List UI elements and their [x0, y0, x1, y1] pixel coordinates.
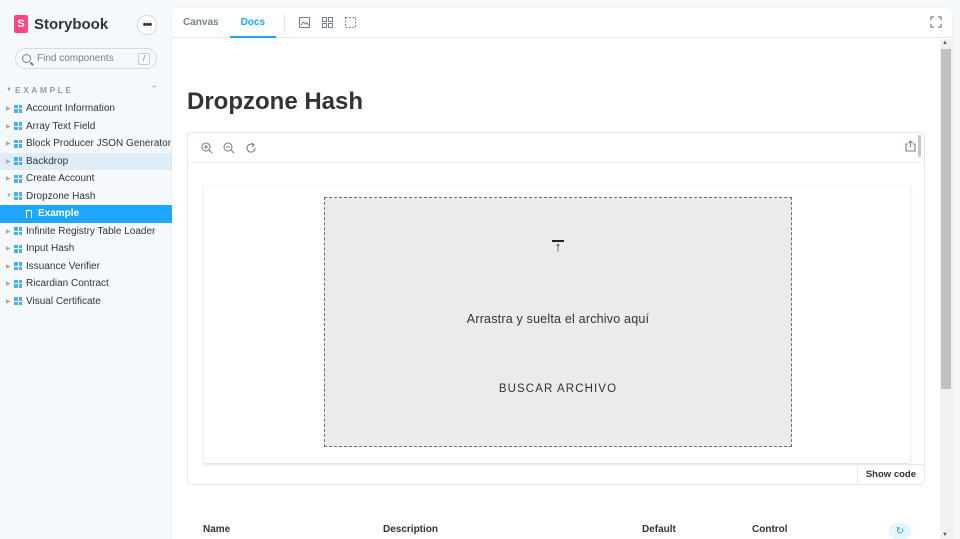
grid-icon[interactable]: [316, 8, 339, 38]
sidebar-item-dropzone-hash[interactable]: ▼ Dropzone Hash: [0, 188, 172, 206]
chevron-right-icon: ▶: [6, 263, 11, 270]
tab-canvas[interactable]: Canvas: [172, 8, 230, 38]
sidebar-item-backdrop[interactable]: ▶ Backdrop: [0, 152, 172, 170]
search-input[interactable]: Find components: [37, 53, 138, 64]
chevron-right-icon: ▶: [6, 298, 11, 305]
sidebar-item-account-information[interactable]: ▶ Account Information: [0, 100, 172, 118]
search-icon: [22, 54, 31, 63]
more-menu-button[interactable]: •••: [137, 15, 157, 35]
tab-docs[interactable]: Docs: [229, 8, 277, 38]
chevron-right-icon: ▶: [6, 281, 11, 288]
chevron-right-icon: ▶: [6, 106, 11, 113]
outline-icon[interactable]: [339, 8, 362, 38]
component-icon: [14, 174, 22, 183]
component-icon: [14, 122, 22, 131]
component-icon: [14, 192, 22, 201]
docs-scrollbar[interactable]: ▲ ▼: [940, 39, 952, 539]
story-preview: ↑ Arrastra y suelta el archivo aquí BUSC…: [187, 132, 925, 485]
chevron-down-icon: ▼: [6, 193, 12, 200]
sidebar-item-label: Backdrop: [26, 155, 69, 167]
zoom-in-icon[interactable]: [196, 137, 218, 159]
sidebar-item-input-hash[interactable]: ▶ Input Hash: [0, 240, 172, 258]
docs-content: Dropzone Hash ↑ Arrastra y suelta el arc…: [172, 39, 940, 539]
sidebar-item-label: Infinite Registry Table Loader: [26, 225, 156, 237]
chevron-right-icon: ▶: [6, 158, 11, 165]
scroll-down-icon[interactable]: ▼: [942, 532, 948, 538]
brand[interactable]: S Storybook: [14, 15, 108, 33]
browse-file-button[interactable]: BUSCAR ARCHIVO: [491, 380, 625, 398]
storybook-logo-icon: S: [14, 15, 28, 33]
zoom-out-icon[interactable]: [218, 137, 240, 159]
scrollbar-thumb[interactable]: [941, 49, 951, 389]
share-icon[interactable]: [905, 140, 916, 155]
show-code-button[interactable]: Show code: [856, 464, 924, 484]
preview-toolbar: [188, 133, 924, 163]
zoom-reset-icon[interactable]: [240, 137, 262, 159]
sidebar-item-label: Create Account: [26, 173, 95, 185]
reset-icon[interactable]: ↻: [889, 523, 911, 539]
sidebar-item-example[interactable]: Example: [0, 205, 172, 223]
story-canvas: ↑ Arrastra y suelta el archivo aquí BUSC…: [204, 185, 910, 463]
component-icon: [14, 139, 22, 148]
upload-icon: ↑: [550, 240, 566, 258]
sidebar-item-issuance-verifier[interactable]: ▶ Issuance Verifier: [0, 258, 172, 276]
chevron-right-icon: ▶: [6, 228, 11, 235]
sidebar-item-label: Example: [38, 208, 80, 220]
args-table-header: Name Description Default Control: [203, 524, 911, 539]
component-icon: [14, 157, 22, 166]
chevron-right-icon: ▶: [6, 246, 11, 253]
component-icon: [14, 297, 22, 306]
sidebar: S Storybook ••• Find components / ▼ EXAM…: [0, 0, 172, 539]
sidebar-item-label: Input Hash: [26, 243, 75, 255]
toolbar: Canvas Docs: [172, 8, 952, 38]
sidebar-item-label: Dropzone Hash: [26, 190, 96, 202]
component-icon: [14, 244, 22, 253]
sidebar-item-infinite-registry-table-loader[interactable]: ▶ Infinite Registry Table Loader: [0, 223, 172, 241]
component-icon: [14, 227, 22, 236]
toolbar-divider: [284, 14, 286, 31]
sidebar-item-create-account[interactable]: ▶ Create Account: [0, 170, 172, 188]
dropzone[interactable]: ↑ Arrastra y suelta el archivo aquí BUSC…: [324, 197, 792, 447]
chevron-right-icon: ▶: [6, 176, 11, 183]
sidebar-item-array-text-field[interactable]: ▶ Array Text Field: [0, 118, 172, 136]
preview-scrollbar[interactable]: [918, 135, 921, 157]
component-icon: [14, 279, 22, 288]
brand-name: Storybook: [34, 15, 109, 33]
sidebar-item-block-producer-json-generator[interactable]: ▶ Block Producer JSON Generator: [0, 135, 172, 153]
dropzone-text: Arrastra y suelta el archivo aquí: [466, 312, 650, 326]
scroll-up-icon[interactable]: ▲: [942, 40, 948, 46]
component-icon: [14, 262, 22, 271]
column-header-control: Control: [752, 524, 788, 535]
column-header-name: Name: [203, 524, 231, 535]
sidebar-item-ricardian-contract[interactable]: ▶ Ricardian Contract: [0, 275, 172, 293]
sidebar-tree: ▶ Account Information ▶ Array Text Field…: [0, 100, 172, 310]
sidebar-item-label: Ricardian Contract: [26, 278, 109, 290]
chevron-right-icon: ▶: [6, 123, 11, 130]
image-icon[interactable]: [293, 8, 316, 38]
search-shortcut-badge: /: [138, 52, 150, 65]
sidebar-item-label: Block Producer JSON Generator: [26, 138, 172, 150]
fullscreen-icon[interactable]: [930, 16, 942, 31]
chevron-down-icon: ▼: [6, 86, 12, 93]
search-field[interactable]: Find components /: [15, 48, 157, 69]
main-panel: Canvas Docs Dropzone Hash ↑ Arrastra y s…: [172, 8, 952, 539]
sidebar-item-label: Issuance Verifier: [26, 260, 100, 272]
page-title: Dropzone Hash: [187, 88, 364, 115]
sidebar-item-label: Visual Certificate: [26, 295, 101, 307]
sidebar-group-label: EXAMPLE: [14, 84, 74, 95]
sidebar-item-visual-certificate[interactable]: ▶ Visual Certificate: [0, 293, 172, 311]
sidebar-item-label: Account Information: [26, 103, 115, 115]
collapse-all-icon[interactable]: ⌃: [150, 84, 158, 95]
component-icon: [14, 104, 22, 113]
bookmark-icon: [26, 209, 32, 218]
column-header-description: Description: [383, 524, 439, 535]
chevron-right-icon: ▶: [6, 141, 11, 148]
column-header-default: Default: [642, 524, 676, 535]
sidebar-item-label: Array Text Field: [26, 120, 96, 132]
sidebar-group-header[interactable]: ▼ EXAMPLE ⌃: [6, 84, 158, 95]
